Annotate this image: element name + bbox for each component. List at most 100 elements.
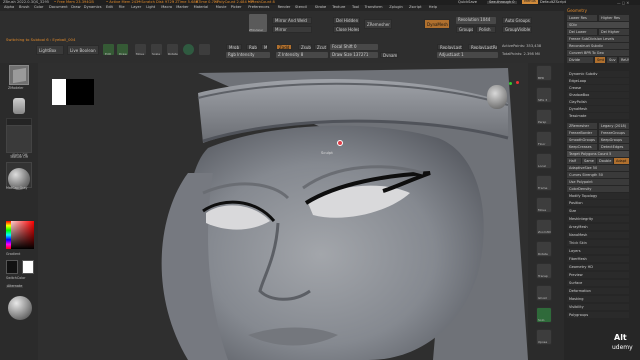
- reuv-button[interactable]: ReUV: [619, 57, 629, 63]
- nav-button-xpose[interactable]: Xpose: [536, 329, 552, 345]
- menu-item-draw[interactable]: Draw: [71, 5, 80, 10]
- sdiv-slider[interactable]: SDiv: [567, 22, 629, 28]
- m-button[interactable]: M: [261, 44, 268, 50]
- nav-button-move[interactable]: Move: [536, 197, 552, 213]
- freeze-subdiv-button[interactable]: Freeze SubDivision Levels: [567, 36, 629, 42]
- menu-item-marker[interactable]: Marker: [176, 5, 188, 10]
- nav-button-rotate[interactable]: Rotate: [536, 241, 552, 257]
- zmodeler-icon[interactable]: ZModeler: [248, 13, 268, 33]
- zadd-button[interactable]: Zadd: [276, 44, 292, 50]
- secondary-color-swatch[interactable]: [22, 260, 34, 274]
- section-geometry-hd[interactable]: Geometry HD: [567, 264, 629, 270]
- menu-item-transform[interactable]: Transform: [365, 5, 383, 10]
- menu-item-alpha[interactable]: Alpha: [4, 5, 14, 10]
- material-sphere-icon[interactable]: [8, 296, 32, 320]
- z-intensity-slider[interactable]: Z Intensity 8: [276, 52, 328, 58]
- menu-item-picker[interactable]: Picker: [231, 5, 242, 10]
- crease-button[interactable]: Crease: [567, 85, 629, 91]
- frame-icon[interactable]: [182, 43, 195, 56]
- menu-item-tool[interactable]: Tool: [352, 5, 359, 10]
- menu-item-zplugin[interactable]: Zplugin: [389, 5, 403, 10]
- section-polygroups[interactable]: Polygroups: [567, 312, 629, 318]
- double-button[interactable]: Double: [597, 158, 613, 164]
- zremesher-button[interactable]: ZRemesher: [567, 123, 597, 129]
- replay-last-rel-button[interactable]: ReplayLastRel: [468, 44, 498, 50]
- tessimate-section[interactable]: Tessimate: [567, 113, 629, 119]
- polish-button[interactable]: Polish: [476, 26, 496, 33]
- quicksave-button[interactable]: QuickSave: [458, 0, 477, 5]
- nav-button-local[interactable]: Local: [536, 153, 552, 169]
- target-polys-slider[interactable]: Target Polygons Count 5: [567, 151, 629, 157]
- replay-last-button[interactable]: ReplayLast: [437, 44, 463, 50]
- nav-button-floor[interactable]: Floor: [536, 131, 552, 147]
- half-button[interactable]: Half: [567, 158, 581, 164]
- menu-item-help[interactable]: Help: [429, 5, 437, 10]
- color-density-button[interactable]: ColorDensity: [567, 186, 629, 192]
- nav-button-bpr[interactable]: BPR: [536, 65, 552, 81]
- menu-item-light[interactable]: Light: [146, 5, 155, 10]
- menu-item-color[interactable]: Color: [34, 5, 43, 10]
- nav-button-persp[interactable]: Persp: [536, 109, 552, 125]
- viewport[interactable]: Sculpt: [38, 63, 528, 360]
- menu-item-dynamics[interactable]: Dynamics: [84, 5, 102, 10]
- menu-item-stencil[interactable]: Stencil: [295, 5, 307, 10]
- section-thick-skin[interactable]: Thick Skin: [567, 240, 629, 246]
- live-boolean-button[interactable]: Live Boolean: [67, 45, 99, 55]
- see-through-slider[interactable]: See-through 0: [487, 0, 517, 5]
- resolution-slider[interactable]: Resolution 1044: [456, 17, 496, 24]
- draw-button[interactable]: Draw: [116, 43, 129, 56]
- nav-button-transp[interactable]: Transp: [536, 263, 552, 279]
- menu-item-document[interactable]: Document: [49, 5, 68, 10]
- switch-color-label[interactable]: SwitchColor: [6, 276, 26, 280]
- edge-loop-button[interactable]: EdgeLoop: [567, 78, 629, 84]
- section-masking[interactable]: Masking: [567, 296, 629, 302]
- reconstruct-subdiv-button[interactable]: Reconstruct Subdiv: [567, 43, 629, 49]
- legacy-button[interactable]: Legacy (2018): [599, 123, 629, 129]
- window-controls[interactable]: — ▢ ✕: [617, 1, 637, 5]
- menu-item-render[interactable]: Render: [278, 5, 291, 10]
- adjust-last-slider[interactable]: AdjustLast 1: [437, 52, 498, 58]
- nav-button-solo[interactable]: Solo: [536, 307, 552, 323]
- menu-item-brush[interactable]: Brush: [19, 5, 29, 10]
- detect-edges-button[interactable]: DetectEdges: [599, 144, 629, 150]
- clay-polish-button[interactable]: ClayPolish: [567, 99, 629, 105]
- section-preview[interactable]: Preview: [567, 272, 629, 278]
- section-surface[interactable]: Surface: [567, 280, 629, 286]
- dynamesh-section[interactable]: DynaMesh: [567, 106, 629, 112]
- mirror-weld-button[interactable]: Mirror And Weld: [272, 17, 312, 24]
- dynamic-subdiv-button[interactable]: Dynamic Subdiv: [567, 71, 629, 77]
- scale-button[interactable]: Scale: [150, 43, 163, 56]
- keep-groups-button[interactable]: KeepGroups: [599, 137, 629, 143]
- modify-topology-section[interactable]: Modify Topology: [567, 193, 629, 199]
- menu-item-layer[interactable]: Layer: [131, 5, 141, 10]
- rgb-button[interactable]: Rgb: [246, 44, 258, 50]
- menu-item-edit[interactable]: Edit: [106, 5, 113, 10]
- adapt-button[interactable]: Adapt: [614, 158, 629, 164]
- lightbox-button[interactable]: LightBox: [36, 45, 64, 55]
- section-visibility[interactable]: Visibility: [567, 304, 629, 310]
- use-polypaint-button[interactable]: Use Polypaint: [567, 179, 629, 185]
- menu-item-macro[interactable]: Macro: [161, 5, 172, 10]
- mrgb-button[interactable]: Mrgb: [226, 44, 242, 50]
- smt-button[interactable]: Smt: [595, 57, 605, 63]
- suv-button[interactable]: Suv: [607, 57, 617, 63]
- zremesher-button[interactable]: ZRemesher: [364, 19, 392, 29]
- section-layers[interactable]: Layers: [567, 248, 629, 254]
- zsub-button[interactable]: Zsub: [298, 44, 312, 50]
- menu-item-stroke[interactable]: Stroke: [315, 5, 326, 10]
- nav-button-ghost[interactable]: Ghost: [536, 285, 552, 301]
- main-color-swatch[interactable]: [6, 260, 18, 274]
- nav-button-zoom3d[interactable]: Zoom3D: [536, 219, 552, 235]
- alpha-icon[interactable]: [6, 125, 32, 153]
- dynamic-button[interactable]: Dynamic: [380, 52, 398, 58]
- dynamesh-button[interactable]: DynaMesh: [424, 19, 450, 29]
- del-lower-button[interactable]: Del Lower: [567, 29, 597, 35]
- menu-item-file[interactable]: File: [119, 5, 125, 10]
- menu-item-zscript[interactable]: Zscript: [409, 5, 421, 10]
- draw-size-slider[interactable]: Draw Size 137271: [330, 52, 378, 58]
- section-meshintegrity[interactable]: MeshIntegrity: [567, 216, 629, 222]
- menu-item-material[interactable]: Material: [194, 5, 209, 10]
- close-holes-button[interactable]: Close Holes: [333, 26, 360, 33]
- focal-shift-slider[interactable]: Focal Shift 0: [330, 44, 378, 50]
- freeze-border-button[interactable]: FreezeBorder: [567, 130, 597, 136]
